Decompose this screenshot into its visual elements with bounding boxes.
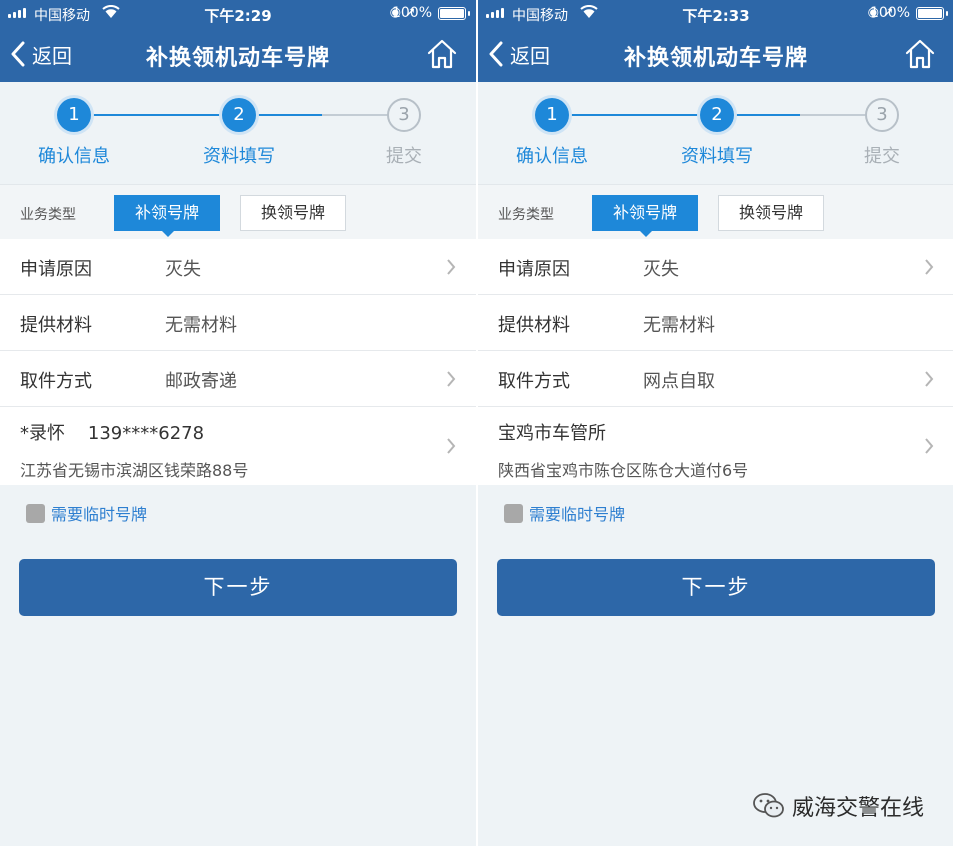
next-step-button[interactable]: 下一步 bbox=[19, 559, 457, 616]
tab-exchange-plate[interactable]: 换领号牌 bbox=[718, 195, 824, 231]
tab-replace-lost-plate[interactable]: 补领号牌 bbox=[592, 195, 698, 237]
step-3-number: 3 bbox=[387, 98, 421, 132]
temp-plate-label: 需要临时号牌 bbox=[529, 505, 626, 524]
battery-icon bbox=[916, 7, 948, 20]
progress-steps: 1 确认信息 2 资料填写 3 提交 bbox=[478, 82, 953, 184]
app-header: 中国移动 下午2:33 ◉ ➚ 100% 返回 补换领机动车号牌 bbox=[478, 0, 953, 82]
reason-value: 灭失 bbox=[643, 259, 679, 280]
wechat-icon bbox=[753, 793, 784, 818]
materials-row: 提供材料 无需材料 bbox=[0, 295, 476, 351]
chevron-right-icon bbox=[925, 259, 934, 275]
pickup-method-row[interactable]: 取件方式 邮政寄递 bbox=[0, 351, 476, 407]
temp-plate-label: 需要临时号牌 bbox=[51, 505, 148, 524]
step-1-number: 1 bbox=[535, 98, 569, 132]
progress-steps: 1 确认信息 2 资料填写 3 提交 bbox=[0, 82, 476, 184]
pickup-method-value: 网点自取 bbox=[643, 371, 715, 392]
materials-label: 提供材料 bbox=[498, 315, 570, 336]
business-type-row: 业务类型 补领号牌 换领号牌 bbox=[0, 184, 476, 239]
pickup-method-value: 邮政寄递 bbox=[165, 371, 237, 392]
pickup-station-address: 陕西省宝鸡市陈仓区陈仓大道付6号 bbox=[498, 461, 749, 480]
chevron-right-icon bbox=[925, 438, 934, 454]
battery-icon bbox=[438, 7, 470, 20]
battery-percent: 100% bbox=[869, 5, 910, 21]
phone-screen-left: 中国移动 下午2:29 ◉ ➚ 100% 返回 补换领机动车号牌 1 确认信息 … bbox=[0, 0, 476, 846]
step-1: 1 确认信息 bbox=[492, 98, 612, 168]
step-3-label: 提交 bbox=[386, 146, 422, 167]
battery-percent: 100% bbox=[391, 5, 432, 21]
recipient-address: 江苏省无锡市滨湖区钱荣路88号 bbox=[20, 461, 249, 480]
pickup-station-row[interactable]: 宝鸡市车管所 陕西省宝鸡市陈仓区陈仓大道付6号 bbox=[478, 407, 953, 485]
reason-row[interactable]: 申请原因 灭失 bbox=[478, 239, 953, 295]
home-icon[interactable] bbox=[426, 38, 458, 70]
reason-row[interactable]: 申请原因 灭失 bbox=[0, 239, 476, 295]
step-2: 2 资料填写 bbox=[657, 98, 777, 168]
materials-label: 提供材料 bbox=[20, 315, 92, 336]
chevron-right-icon bbox=[447, 259, 456, 275]
address-row[interactable]: *录怀 139****6278 江苏省无锡市滨湖区钱荣路88号 bbox=[0, 407, 476, 485]
reason-label: 申请原因 bbox=[498, 259, 570, 280]
step-3: 3 提交 bbox=[822, 98, 942, 168]
step-1-number: 1 bbox=[57, 98, 91, 132]
pickup-method-label: 取件方式 bbox=[20, 371, 92, 392]
application-form: 申请原因 灭失 提供材料 无需材料 取件方式 邮政寄递 *录怀 139****6… bbox=[0, 239, 476, 485]
chevron-right-icon bbox=[447, 371, 456, 387]
business-type-label: 业务类型 bbox=[20, 207, 76, 223]
step-1-label: 确认信息 bbox=[516, 146, 588, 167]
step-1-label: 确认信息 bbox=[38, 146, 110, 167]
pickup-method-row[interactable]: 取件方式 网点自取 bbox=[478, 351, 953, 407]
recipient-name-phone: *录怀 139****6278 bbox=[20, 423, 205, 444]
business-type-label: 业务类型 bbox=[498, 207, 554, 223]
temp-plate-checkbox[interactable] bbox=[26, 503, 45, 523]
watermark: 威海交警在线 bbox=[752, 790, 924, 822]
tab-replace-lost-plate[interactable]: 补领号牌 bbox=[114, 195, 220, 237]
home-icon[interactable] bbox=[904, 38, 936, 70]
step-2-label: 资料填写 bbox=[203, 146, 275, 167]
application-form: 申请原因 灭失 提供材料 无需材料 取件方式 网点自取 宝鸡市车管所 陕西省宝鸡… bbox=[478, 239, 953, 485]
pickup-method-label: 取件方式 bbox=[498, 371, 570, 392]
step-3: 3 提交 bbox=[344, 98, 464, 168]
tab-exchange-plate[interactable]: 换领号牌 bbox=[240, 195, 346, 231]
step-2-number: 2 bbox=[222, 98, 256, 132]
step-2: 2 资料填写 bbox=[179, 98, 299, 168]
reason-value: 灭失 bbox=[165, 259, 201, 280]
phone-screen-right: 中国移动 下午2:33 ◉ ➚ 100% 返回 补换领机动车号牌 1 确认信息 … bbox=[478, 0, 953, 846]
status-bar: 中国移动 下午2:29 ◉ ➚ 100% bbox=[0, 0, 476, 26]
temp-plate-option[interactable]: 需要临时号牌 bbox=[26, 502, 147, 524]
materials-row: 提供材料 无需材料 bbox=[478, 295, 953, 351]
materials-value: 无需材料 bbox=[643, 315, 715, 336]
step-2-label: 资料填写 bbox=[681, 146, 753, 167]
page-title: 补换领机动车号牌 bbox=[623, 46, 808, 71]
step-2-number: 2 bbox=[700, 98, 734, 132]
temp-plate-checkbox[interactable] bbox=[504, 503, 523, 523]
app-header: 中国移动 下午2:29 ◉ ➚ 100% 返回 补换领机动车号牌 bbox=[0, 0, 476, 82]
status-bar: 中国移动 下午2:33 ◉ ➚ 100% bbox=[478, 0, 953, 26]
step-3-number: 3 bbox=[865, 98, 899, 132]
next-step-button[interactable]: 下一步 bbox=[497, 559, 935, 616]
step-1: 1 确认信息 bbox=[14, 98, 134, 168]
chevron-right-icon bbox=[925, 371, 934, 387]
watermark-text: 威海交警在线 bbox=[791, 796, 924, 821]
business-type-row: 业务类型 补领号牌 换领号牌 bbox=[478, 184, 953, 239]
page-title: 补换领机动车号牌 bbox=[145, 46, 330, 71]
temp-plate-option[interactable]: 需要临时号牌 bbox=[504, 502, 625, 524]
reason-label: 申请原因 bbox=[20, 259, 92, 280]
pickup-station-name: 宝鸡市车管所 bbox=[498, 423, 606, 444]
step-3-label: 提交 bbox=[864, 146, 900, 167]
materials-value: 无需材料 bbox=[165, 315, 237, 336]
chevron-right-icon bbox=[447, 438, 456, 454]
